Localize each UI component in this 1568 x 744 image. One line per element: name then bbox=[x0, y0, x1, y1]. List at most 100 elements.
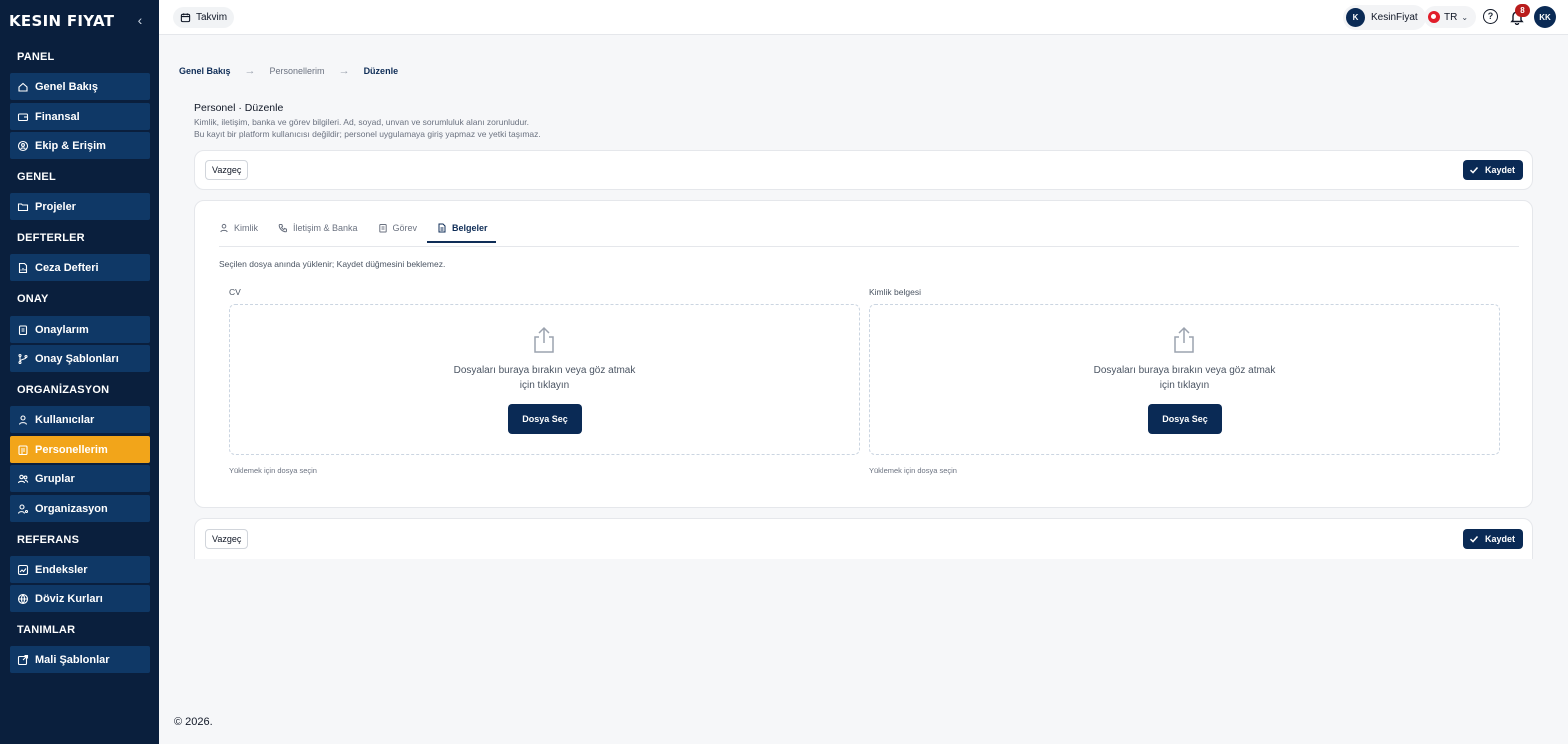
sidebar-item-finansal[interactable]: Finansal bbox=[10, 103, 150, 130]
calendar-icon bbox=[180, 13, 191, 23]
trending-icon bbox=[17, 564, 29, 576]
wallet-icon bbox=[17, 111, 29, 123]
sidebar-item-personellerim[interactable]: Personellerim bbox=[10, 436, 150, 463]
save-label: Kaydet bbox=[1484, 534, 1515, 544]
section-title-genel: GENEL bbox=[17, 171, 56, 183]
sidebar-item-label: Onaylarım bbox=[35, 323, 89, 336]
sidebar-item-label: Ceza Defteri bbox=[35, 261, 99, 274]
sidebar-item-ekip-erisim[interactable]: Ekip & Erişim bbox=[10, 132, 150, 159]
sidebar-item-label: Gruplar bbox=[35, 472, 75, 485]
tab-kimlik[interactable]: Kimlik bbox=[219, 223, 268, 243]
upload-icon bbox=[534, 326, 554, 353]
id-document-choose-file-button[interactable]: Dosya Seç bbox=[1148, 404, 1222, 434]
brand-name: KESIN FIYAT bbox=[9, 12, 115, 30]
badge-icon bbox=[17, 444, 29, 456]
notification-badge: 8 bbox=[1515, 4, 1530, 17]
language-code: TR bbox=[1444, 11, 1458, 23]
sidebar-item-kullanicilar[interactable]: Kullanıcılar bbox=[10, 406, 150, 433]
sidebar-item-label: Mali Şablonlar bbox=[35, 653, 110, 666]
sidebar-item-label: Endeksler bbox=[35, 563, 88, 576]
account-switcher[interactable]: K KesinFiyat bbox=[1343, 5, 1426, 30]
sidebar-item-label: Ekip & Erişim bbox=[35, 139, 106, 152]
account-name: KesinFiyat bbox=[1371, 12, 1418, 23]
top-action-bar: Vazgeç Kaydet bbox=[194, 150, 1533, 190]
phone-icon bbox=[278, 224, 287, 233]
sidebar: KESIN FIYAT ‹ PANEL Genel Bakış Finansal… bbox=[0, 0, 159, 744]
external-edit-icon bbox=[17, 654, 29, 666]
brand-logo[interactable]: KESIN FIYAT bbox=[9, 10, 114, 32]
section-title-onay: ONAY bbox=[17, 293, 49, 305]
tab-iletisim-banka[interactable]: İletişim & Banka bbox=[278, 223, 368, 243]
page-description-line1: Kimlik, iletişim, banka ve görev bilgile… bbox=[194, 117, 529, 127]
tab-label: Belgeler bbox=[452, 223, 488, 233]
section-title-referans: REFERANS bbox=[17, 534, 80, 546]
user-icon bbox=[17, 414, 29, 426]
page-description-line2: Bu kayıt bir platform kullanıcısı değild… bbox=[194, 129, 541, 139]
home-icon bbox=[17, 81, 29, 93]
sidebar-item-onay-sablonlari[interactable]: Onay Şablonları bbox=[10, 345, 150, 372]
sidebar-item-label: Döviz Kurları bbox=[35, 592, 103, 605]
shield-user-icon bbox=[17, 140, 29, 152]
clipboard-icon bbox=[378, 224, 387, 233]
sidebar-item-endeksler[interactable]: Endeksler bbox=[10, 556, 150, 583]
breadcrumb-genel-bakis[interactable]: Genel Bakış bbox=[179, 66, 231, 76]
sidebar-item-organizasyon[interactable]: Organizasyon bbox=[10, 495, 150, 522]
tab-gorev[interactable]: Görev bbox=[378, 223, 428, 243]
save-label: Kaydet bbox=[1484, 165, 1515, 175]
section-title-tanimlar: TANIMLAR bbox=[17, 624, 76, 636]
help-icon[interactable]: ? bbox=[1483, 9, 1498, 24]
calendar-button[interactable]: Takvim bbox=[173, 7, 235, 28]
upload-icon bbox=[1174, 326, 1194, 353]
id-document-upload-status: Yüklemek için dosya seçin bbox=[869, 466, 957, 475]
turkey-flag-icon bbox=[1428, 11, 1440, 23]
clipboard-icon bbox=[17, 324, 29, 336]
breadcrumb-personellerim[interactable]: Personellerim bbox=[270, 66, 325, 76]
arrow-right-icon: → bbox=[338, 65, 350, 77]
tab-bar: Kimlik İletişim & Banka Görev Belgeler bbox=[219, 223, 506, 243]
sidebar-item-ceza-defteri[interactable]: Ceza Defteri bbox=[10, 254, 150, 281]
footer-copyright: © 2026. bbox=[174, 716, 213, 728]
sidebar-item-label: Personellerim bbox=[35, 443, 108, 456]
sidebar-item-label: Organizasyon bbox=[35, 502, 108, 515]
section-title-organizasyon: ORGANİZASYON bbox=[17, 384, 110, 396]
cancel-button[interactable]: Vazgeç bbox=[205, 529, 249, 549]
tab-label: Kimlik bbox=[234, 223, 258, 233]
tab-label: İletişim & Banka bbox=[293, 223, 358, 233]
tab-belgeler[interactable]: Belgeler bbox=[427, 223, 496, 243]
cancel-button[interactable]: Vazgeç bbox=[205, 160, 249, 180]
save-button[interactable]: Kaydet bbox=[1462, 529, 1523, 549]
language-selector[interactable]: TR ⌄ bbox=[1424, 6, 1477, 28]
sidebar-item-doviz-kurlari[interactable]: Döviz Kurları bbox=[10, 585, 150, 612]
sidebar-item-label: Genel Bakış bbox=[35, 80, 98, 93]
breadcrumb: Genel Bakış → Personellerim → Düzenle bbox=[179, 65, 398, 77]
cv-label: CV bbox=[229, 287, 241, 297]
user-icon bbox=[220, 223, 228, 233]
id-document-dropzone[interactable]: Dosyaları buraya bırakın veya göz atmak … bbox=[869, 304, 1500, 455]
cv-dropzone[interactable]: Dosyaları buraya bırakın veya göz atmak … bbox=[229, 304, 860, 455]
cv-upload-status: Yüklemek için dosya seçin bbox=[229, 466, 317, 475]
cv-choose-file-button[interactable]: Dosya Seç bbox=[508, 404, 582, 434]
sidebar-item-onaylarim[interactable]: Onaylarım bbox=[10, 316, 150, 343]
collapse-sidebar-icon[interactable]: ‹ bbox=[133, 12, 147, 28]
file-chart-icon bbox=[17, 262, 29, 274]
sidebar-item-mali-sablonlar[interactable]: Mali Şablonlar bbox=[10, 646, 150, 673]
sidebar-item-genel-bakis[interactable]: Genel Bakış bbox=[10, 73, 150, 100]
form-card: Kimlik İletişim & Banka Görev Belgeler S… bbox=[194, 200, 1533, 508]
dropzone-text-line2: için tıklayın bbox=[519, 380, 570, 391]
globe-icon bbox=[17, 593, 29, 605]
upload-hint: Seçilen dosya anında yüklenir; Kaydet dü… bbox=[219, 259, 446, 269]
sidebar-item-projeler[interactable]: Projeler bbox=[10, 193, 150, 220]
tab-label: Görev bbox=[392, 223, 418, 233]
check-icon bbox=[1469, 166, 1479, 174]
account-avatar: K bbox=[1346, 8, 1365, 27]
sidebar-item-label: Projeler bbox=[35, 200, 76, 213]
document-icon bbox=[438, 223, 446, 233]
user-avatar[interactable]: KK bbox=[1534, 6, 1556, 28]
user-cog-icon bbox=[17, 503, 29, 515]
chevron-down-icon: ⌄ bbox=[1461, 12, 1469, 22]
bottom-action-bar: Vazgeç Kaydet bbox=[194, 518, 1533, 559]
dropzone-text-line1: Dosyaları buraya bırakın veya göz atmak bbox=[1093, 365, 1276, 376]
save-button[interactable]: Kaydet bbox=[1462, 160, 1523, 180]
sidebar-item-label: Kullanıcılar bbox=[35, 413, 95, 426]
sidebar-item-gruplar[interactable]: Gruplar bbox=[10, 465, 150, 492]
